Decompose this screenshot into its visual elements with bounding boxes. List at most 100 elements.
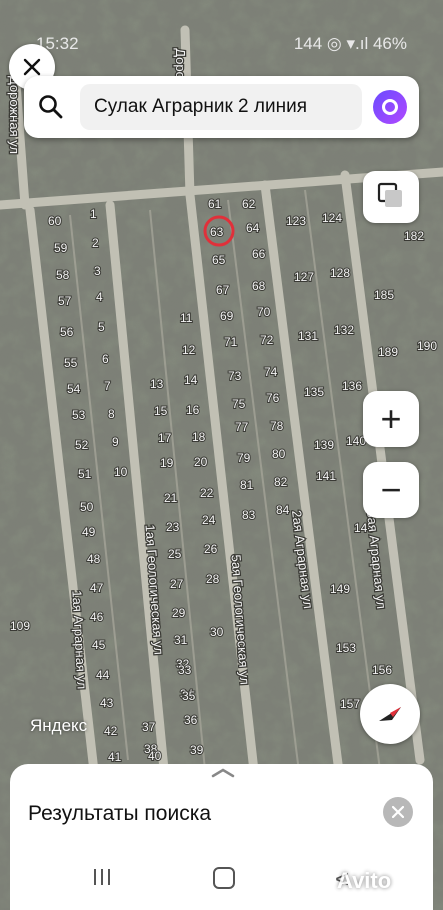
plot-number-label: 79 [237, 451, 251, 465]
plot-number-label: 123 [286, 214, 306, 228]
plot-number-label: 46 [90, 610, 104, 624]
plot-number-label: 139 [314, 438, 334, 452]
plot-number-label: 63 [210, 225, 224, 239]
zoom-out-icon: − [380, 469, 402, 510]
plot-number-label: 70 [257, 305, 271, 319]
plot-number-label: 53 [72, 408, 86, 422]
layers-button[interactable] [363, 171, 419, 223]
plot-number-label: 68 [252, 279, 266, 293]
plot-number-label: 135 [304, 385, 324, 399]
close-icon [23, 58, 41, 76]
plot-number-label: 132 [334, 323, 354, 337]
search-icon[interactable] [38, 94, 64, 120]
zoom-in-button[interactable]: + [363, 391, 419, 447]
plot-number-label: 9 [112, 435, 119, 449]
plot-number-label: 185 [374, 288, 394, 302]
plot-number-label: 141 [316, 469, 336, 483]
plot-number-label: 27 [170, 577, 184, 591]
plot-number-label: 81 [240, 478, 254, 492]
plot-number-label: 78 [270, 419, 284, 433]
plot-number-label: 54 [67, 382, 81, 396]
search-query: Сулак Аграрник 2 линия [94, 96, 307, 117]
plot-number-label: 58 [56, 268, 70, 282]
plot-number-label: 59 [54, 241, 68, 255]
layers-icon [377, 182, 402, 207]
plot-number-label: 39 [190, 743, 204, 757]
plot-number-label: 72 [260, 333, 274, 347]
plot-number-label: 83 [242, 508, 256, 522]
plot-number-label: 7 [104, 379, 111, 393]
results-title: Результаты поиска [28, 802, 212, 825]
plot-number-label: 36 [184, 713, 198, 727]
plot-number-label: 4 [96, 290, 103, 304]
alice-voice-assistant-icon[interactable] [373, 90, 407, 124]
results-close-button[interactable] [383, 797, 413, 827]
plot-number-label: 18 [192, 430, 206, 444]
plot-number-label: 45 [92, 638, 106, 652]
plot-number-label: 19 [160, 456, 174, 470]
plot-number-label: 61 [208, 197, 222, 211]
plot-number-label: 21 [164, 491, 178, 505]
plot-number-label: 47 [90, 581, 104, 595]
plot-number-label: 17 [158, 431, 172, 445]
plot-number-label: 71 [224, 335, 238, 349]
search-input[interactable]: Сулак Аграрник 2 линия [80, 84, 362, 130]
plot-number-label: 49 [82, 525, 96, 539]
plot-number-label: 189 [378, 345, 398, 359]
plot-number-label: 65 [212, 253, 226, 267]
plot-number-label: 31 [174, 633, 188, 647]
plot-number-label: 26 [204, 542, 218, 556]
map-provider-watermark: Яндекс [30, 716, 88, 735]
plot-number-label: 75 [232, 397, 246, 411]
plot-number-label: 3 [94, 264, 101, 278]
plot-number-label: 136 [342, 379, 362, 393]
plot-number-label: 182 [404, 229, 424, 243]
plot-number-label: 20 [194, 455, 208, 469]
plot-number-label: 2 [92, 236, 99, 250]
plot-number-label: 16 [186, 403, 200, 417]
recents-icon[interactable] [92, 868, 112, 886]
plot-number-label: 28 [206, 572, 220, 586]
plot-number-label: 14 [184, 373, 198, 387]
plot-number-label: 67 [216, 283, 230, 297]
home-icon[interactable] [213, 867, 235, 889]
plot-number-label: 73 [228, 369, 242, 383]
compass-icon [379, 707, 401, 721]
plot-number-label: 24 [202, 513, 216, 527]
plot-number-label: 190 [417, 339, 437, 353]
plot-number-label: 76 [266, 391, 280, 405]
plot-number-label: 11 [180, 311, 193, 325]
plot-number-label: 109 [10, 619, 30, 633]
plot-number-label: 74 [264, 365, 278, 379]
plot-number-label: 44 [96, 668, 110, 682]
zoom-out-button[interactable]: − [363, 462, 419, 518]
plot-number-label: 62 [242, 197, 256, 211]
plot-number-label: 40 [148, 749, 162, 763]
plot-number-label: 43 [100, 696, 114, 710]
plot-number-label: 57 [58, 294, 72, 308]
status-bar: 15:32 144 ◎ ▾.ıl 46% [0, 30, 443, 60]
plot-number-label: 37 [142, 720, 156, 734]
plot-number-label: 42 [104, 724, 118, 738]
search-bar: Сулак Аграрник 2 линия [24, 76, 419, 138]
sheet-drag-handle[interactable] [211, 768, 235, 778]
plot-number-label: 33 [178, 663, 192, 677]
plot-number-label: 35 [182, 689, 196, 703]
plot-number-label: 82 [274, 475, 288, 489]
plot-number-label: 80 [272, 447, 286, 461]
status-indicators: 144 ◎ ▾.ıl 46% [293, 34, 407, 53]
street-label: Дорожная ул [7, 76, 22, 154]
plot-number-label: 41 [108, 750, 122, 764]
plot-number-label: 50 [80, 500, 94, 514]
plot-number-label: 12 [182, 343, 196, 357]
close-icon [392, 806, 404, 818]
plot-number-label: 77 [235, 420, 249, 434]
plot-number-label: 149 [330, 582, 350, 596]
plot-number-label: 8 [108, 407, 115, 421]
plot-number-label: 84 [276, 503, 290, 517]
plot-number-label: 55 [64, 356, 78, 370]
compass-button[interactable] [360, 684, 420, 744]
plot-number-label: 60 [48, 214, 62, 228]
avito-watermark: Avito [337, 868, 392, 893]
plot-number-label: 153 [336, 641, 356, 655]
